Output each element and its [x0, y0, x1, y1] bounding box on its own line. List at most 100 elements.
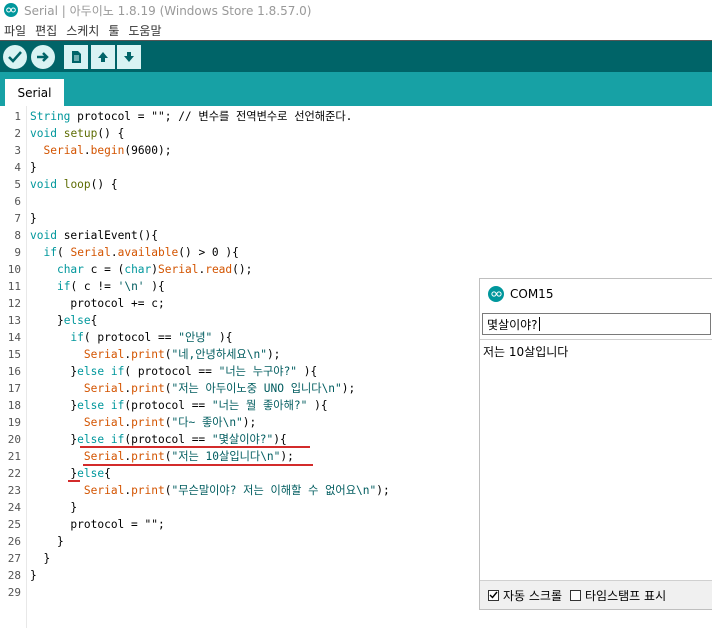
code-line: String protocol = ""; // 변수를 전역변수로 선언해준다…: [30, 108, 352, 125]
code-token: begin: [90, 144, 125, 157]
timestamp-checkbox[interactable]: [570, 589, 582, 601]
code-token: "네,안녕하세요\n": [171, 348, 267, 361]
window-title: Serial | 아두이노 1.8.19 (Windows Store 1.8.…: [24, 3, 312, 18]
code-token: Serial: [83, 348, 125, 361]
code-token: void: [30, 229, 57, 242]
code-token: (: [164, 450, 172, 463]
line-number: 27: [7, 552, 21, 565]
code-token: (: [164, 382, 172, 395]
code-token: (: [56, 246, 71, 259]
arduino-logo-icon: [4, 3, 18, 17]
code-token: );: [242, 416, 257, 429]
code-token: if: [70, 331, 84, 344]
autoscroll-checkbox[interactable]: [488, 589, 499, 601]
tab-serial[interactable]: Serial: [5, 79, 64, 106]
line-number: 17: [7, 382, 21, 395]
code-token: {: [90, 314, 98, 327]
code-line: Serial.print("저는 아두이노중 UNO 입니다\n");: [30, 380, 355, 397]
code-line: }: [30, 533, 64, 550]
code-token: protocol = "";: [30, 518, 165, 531]
code-token: .: [110, 246, 118, 259]
line-number: 22: [7, 467, 21, 480]
red-underline-annotation: [83, 464, 313, 466]
red-underline-annotation: [80, 446, 310, 448]
code-token: (protocol ==: [124, 399, 212, 412]
line-number: 11: [7, 280, 21, 293]
serial-monitor-footer: 자동 스크롤 타임스탬프 표시: [480, 581, 712, 609]
code-line: void loop() {: [30, 176, 118, 193]
save-button[interactable]: [117, 45, 141, 69]
line-number: 20: [7, 433, 21, 446]
serial-output-area[interactable]: 저는 10살입니다: [480, 339, 712, 581]
code-line: }: [30, 567, 37, 584]
line-number: 23: [7, 484, 21, 497]
code-token: read: [205, 263, 233, 276]
code-token: c = (: [83, 263, 125, 276]
arduino-logo-icon: [488, 286, 504, 302]
serial-send-input-value: 몇살이야?: [487, 317, 538, 332]
code-token: if: [56, 280, 71, 293]
verify-button[interactable]: [3, 45, 27, 69]
code-token: ){: [297, 365, 318, 378]
menu-tools[interactable]: 툴: [108, 22, 119, 39]
code-line: }: [30, 210, 37, 227]
timestamp-label: 타임스탬프 표시: [585, 588, 667, 603]
menu-help[interactable]: 도움말: [128, 22, 161, 39]
line-number: 14: [7, 331, 21, 344]
code-token: }: [30, 569, 37, 582]
code-token: else: [77, 365, 105, 378]
line-number: 25: [7, 518, 21, 531]
checkmark-icon: [489, 591, 498, 599]
code-token: protocol += c;: [30, 297, 165, 310]
code-token: if: [110, 365, 125, 378]
code-token: Serial: [83, 382, 125, 395]
code-token: }: [30, 467, 78, 480]
code-line: if( c != '\n' ){: [30, 278, 165, 295]
new-button[interactable]: [64, 45, 88, 69]
line-number: 9: [14, 246, 21, 259]
save-icon: [124, 52, 134, 62]
code-token: Serial: [83, 450, 125, 463]
code-token: () {: [97, 127, 125, 140]
code-line: }else if(protocol == "너는 뭘 좋아해?" ){: [30, 397, 327, 414]
line-number: 18: [7, 399, 21, 412]
tab-bar: Serial: [0, 72, 712, 106]
menu-edit[interactable]: 편집: [35, 22, 57, 39]
line-number: 13: [7, 314, 21, 327]
menu-file[interactable]: 파일: [4, 22, 26, 39]
code-line: }else{: [30, 312, 97, 329]
code-line: void setup() {: [30, 125, 124, 142]
upload-button[interactable]: [31, 45, 55, 69]
text-cursor: [538, 317, 540, 331]
code-token: Serial: [43, 144, 84, 157]
code-token: print: [131, 450, 165, 463]
code-line: if( protocol == "안녕" ){: [30, 329, 232, 346]
title-bar: Serial | 아두이노 1.8.19 (Windows Store 1.8.…: [0, 0, 712, 20]
code-token: );: [280, 450, 294, 463]
line-number: 5: [14, 178, 21, 191]
code-token: (protocol ==: [124, 433, 212, 446]
open-button[interactable]: [91, 45, 115, 69]
code-token: ();: [232, 263, 253, 276]
code-token: print: [131, 416, 165, 429]
menu-sketch[interactable]: 스케치: [66, 22, 99, 39]
code-token: "저는 아두이노중 UNO 입니다\n": [171, 382, 342, 395]
line-number: 15: [7, 348, 21, 361]
code-token: void: [30, 127, 57, 140]
code-token: (: [164, 348, 172, 361]
code-token: ( protocol ==: [124, 365, 219, 378]
serial-send-input[interactable]: 몇살이야?: [482, 313, 711, 335]
serial-monitor-title: COM15: [510, 287, 554, 301]
code-token: () > 0 ){: [178, 246, 239, 259]
line-number: 21: [7, 450, 21, 463]
